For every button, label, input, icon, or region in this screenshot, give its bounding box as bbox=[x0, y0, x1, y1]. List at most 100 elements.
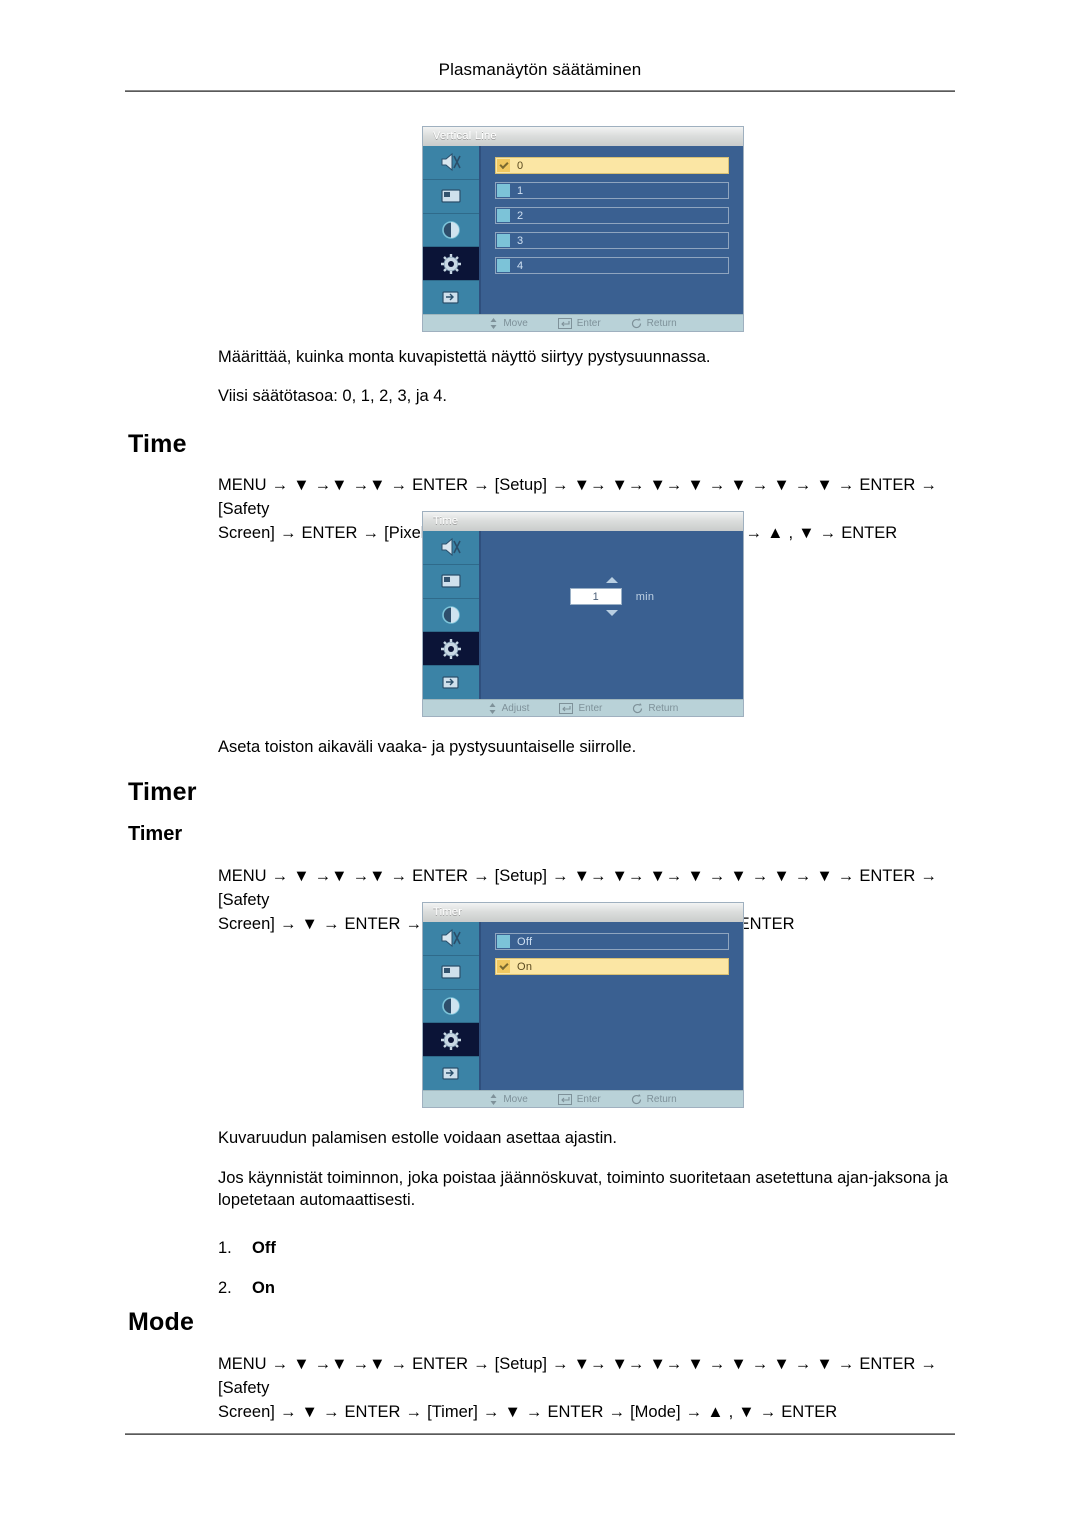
footer-divider bbox=[125, 1433, 955, 1435]
speaker-icon[interactable] bbox=[423, 146, 479, 180]
osd-screenshot-time: Time 1 min Adjust Enter Return bbox=[422, 511, 744, 717]
osd-footer: Move Enter Return bbox=[423, 1090, 743, 1107]
footer-label: Return bbox=[648, 702, 679, 714]
osd-title: Timer bbox=[423, 903, 743, 922]
osd-option-row[interactable]: 1 bbox=[495, 182, 729, 199]
gear-icon[interactable] bbox=[423, 632, 479, 667]
list-item-value: On bbox=[252, 1279, 275, 1297]
footer-label: Enter bbox=[576, 317, 601, 329]
heading-timer: Timer bbox=[128, 778, 197, 806]
updown-arrow-icon bbox=[490, 1093, 497, 1105]
option-marker-icon bbox=[497, 935, 510, 948]
footer-enter: Enter bbox=[557, 1093, 601, 1105]
heading-mode: Mode bbox=[128, 1308, 195, 1336]
osd-option-label: 0 bbox=[517, 159, 524, 172]
osd-title: Time bbox=[423, 512, 743, 531]
footer-enter: Enter bbox=[559, 702, 603, 714]
osd-option-label: On bbox=[517, 960, 533, 973]
osd-option-row[interactable]: 2 bbox=[495, 207, 729, 224]
check-icon bbox=[497, 159, 510, 172]
speaker-icon[interactable] bbox=[423, 922, 479, 956]
footer-label: Return bbox=[646, 1093, 677, 1105]
page-header-title: Plasmanäytön säätäminen bbox=[438, 60, 642, 79]
spinner-up-arrow-icon[interactable] bbox=[606, 577, 618, 583]
osd-screenshot-timer: Timer Off On Move Enter Return bbox=[422, 902, 744, 1108]
enter-key-icon bbox=[559, 702, 574, 714]
contrast-icon[interactable] bbox=[423, 213, 479, 248]
osd-option-row[interactable]: On bbox=[495, 958, 729, 975]
osd-option-list: Off On bbox=[481, 922, 743, 1090]
footer-return: Return bbox=[631, 317, 677, 329]
list-item-value: Off bbox=[252, 1239, 276, 1257]
footer-label: Move bbox=[503, 317, 528, 329]
footer-label: Adjust bbox=[501, 702, 530, 714]
gear-icon[interactable] bbox=[423, 1023, 479, 1058]
osd-option-row[interactable]: Off bbox=[495, 933, 729, 950]
input-source-icon[interactable] bbox=[423, 281, 479, 314]
paragraph-timer-2: Jos käynnistät toiminnon, joka poistaa j… bbox=[218, 1169, 949, 1209]
osd-option-row[interactable]: 4 bbox=[495, 257, 729, 274]
list-item-number: 2. bbox=[218, 1279, 232, 1297]
enter-key-icon bbox=[557, 317, 572, 329]
paragraph-vertical-line-2: Viisi säätötasoa: 0, 1, 2, 3, ja 4. bbox=[218, 387, 448, 405]
footer-label: Enter bbox=[578, 702, 603, 714]
osd-option-row[interactable]: 0 bbox=[495, 157, 729, 174]
spinner-value[interactable]: 1 bbox=[569, 588, 622, 605]
contrast-icon[interactable] bbox=[423, 989, 479, 1024]
subheading-timer: Timer bbox=[128, 823, 183, 845]
option-marker-icon bbox=[497, 184, 510, 197]
paragraph-timer-1: Kuvaruudun palamisen estolle voidaan ase… bbox=[218, 1129, 618, 1147]
manual-page: Plasmanäytön säätäminen Vertical Line 0 … bbox=[0, 0, 1080, 1527]
footer-label: Move bbox=[503, 1093, 528, 1105]
footer-enter: Enter bbox=[557, 317, 601, 329]
updown-arrow-icon bbox=[489, 702, 496, 714]
osd-sidebar bbox=[423, 922, 481, 1090]
option-marker-icon bbox=[497, 259, 510, 272]
picture-icon[interactable] bbox=[423, 179, 479, 214]
osd-title: Vertical Line bbox=[423, 127, 743, 146]
osd-option-row[interactable]: 3 bbox=[495, 232, 729, 249]
picture-icon[interactable] bbox=[423, 955, 479, 990]
gear-icon[interactable] bbox=[423, 247, 479, 282]
input-source-icon[interactable] bbox=[423, 1057, 479, 1090]
spinner-down-arrow-icon[interactable] bbox=[606, 610, 618, 616]
footer-move: Move bbox=[489, 317, 528, 329]
menu-path-line-1: MENU → ▼ →▼ →▼ → ENTER → [Setup] → ▼→ ▼→… bbox=[218, 1355, 937, 1397]
footer-move: Move bbox=[489, 1093, 528, 1105]
osd-option-label: 3 bbox=[517, 234, 524, 247]
paragraph-vertical-line-1: Määrittää, kuinka monta kuvapistettä näy… bbox=[218, 348, 711, 366]
osd-option-list: 0 1 2 3 4 bbox=[481, 146, 743, 314]
osd-option-label: 1 bbox=[517, 184, 524, 197]
list-item: 2. On bbox=[218, 1268, 276, 1308]
input-source-icon[interactable] bbox=[423, 666, 479, 699]
return-arrow-icon bbox=[631, 317, 641, 328]
spinner-unit-label: min bbox=[635, 590, 655, 603]
osd-footer: Move Enter Return bbox=[423, 314, 743, 331]
osd-body: 0 1 2 3 4 bbox=[423, 146, 743, 314]
timer-option-list: 1. Off 2. On bbox=[218, 1228, 276, 1308]
option-marker-icon bbox=[497, 209, 510, 222]
osd-option-label: 4 bbox=[517, 259, 524, 272]
paragraph-time-1: Aseta toiston aikaväli vaaka- ja pystysu… bbox=[218, 738, 637, 756]
footer-label: Enter bbox=[576, 1093, 601, 1105]
enter-key-icon bbox=[557, 1093, 572, 1105]
list-item: 1. Off bbox=[218, 1228, 276, 1268]
osd-screenshot-vertical-line: Vertical Line 0 1 2 3 4 Move Enter Retur… bbox=[422, 126, 744, 332]
list-item-number: 1. bbox=[218, 1239, 232, 1257]
osd-spinner-area: 1 min bbox=[481, 531, 743, 699]
updown-arrow-icon bbox=[490, 317, 497, 329]
heading-time: Time bbox=[128, 430, 187, 458]
speaker-icon[interactable] bbox=[423, 531, 479, 565]
picture-icon[interactable] bbox=[423, 564, 479, 599]
check-icon bbox=[497, 960, 510, 973]
osd-option-label: 2 bbox=[517, 209, 524, 222]
contrast-icon[interactable] bbox=[423, 598, 479, 633]
osd-sidebar bbox=[423, 146, 481, 314]
return-arrow-icon bbox=[631, 1093, 641, 1104]
menu-path-line-2: Screen] → ▼ → ENTER → [Timer] → ▼ → ENTE… bbox=[218, 1403, 838, 1421]
footer-label: Return bbox=[646, 317, 677, 329]
time-spinner[interactable]: 1 min bbox=[481, 577, 743, 616]
footer-return: Return bbox=[632, 702, 679, 714]
osd-footer: Adjust Enter Return bbox=[423, 699, 743, 716]
spinner-value-row: 1 min bbox=[569, 588, 655, 605]
